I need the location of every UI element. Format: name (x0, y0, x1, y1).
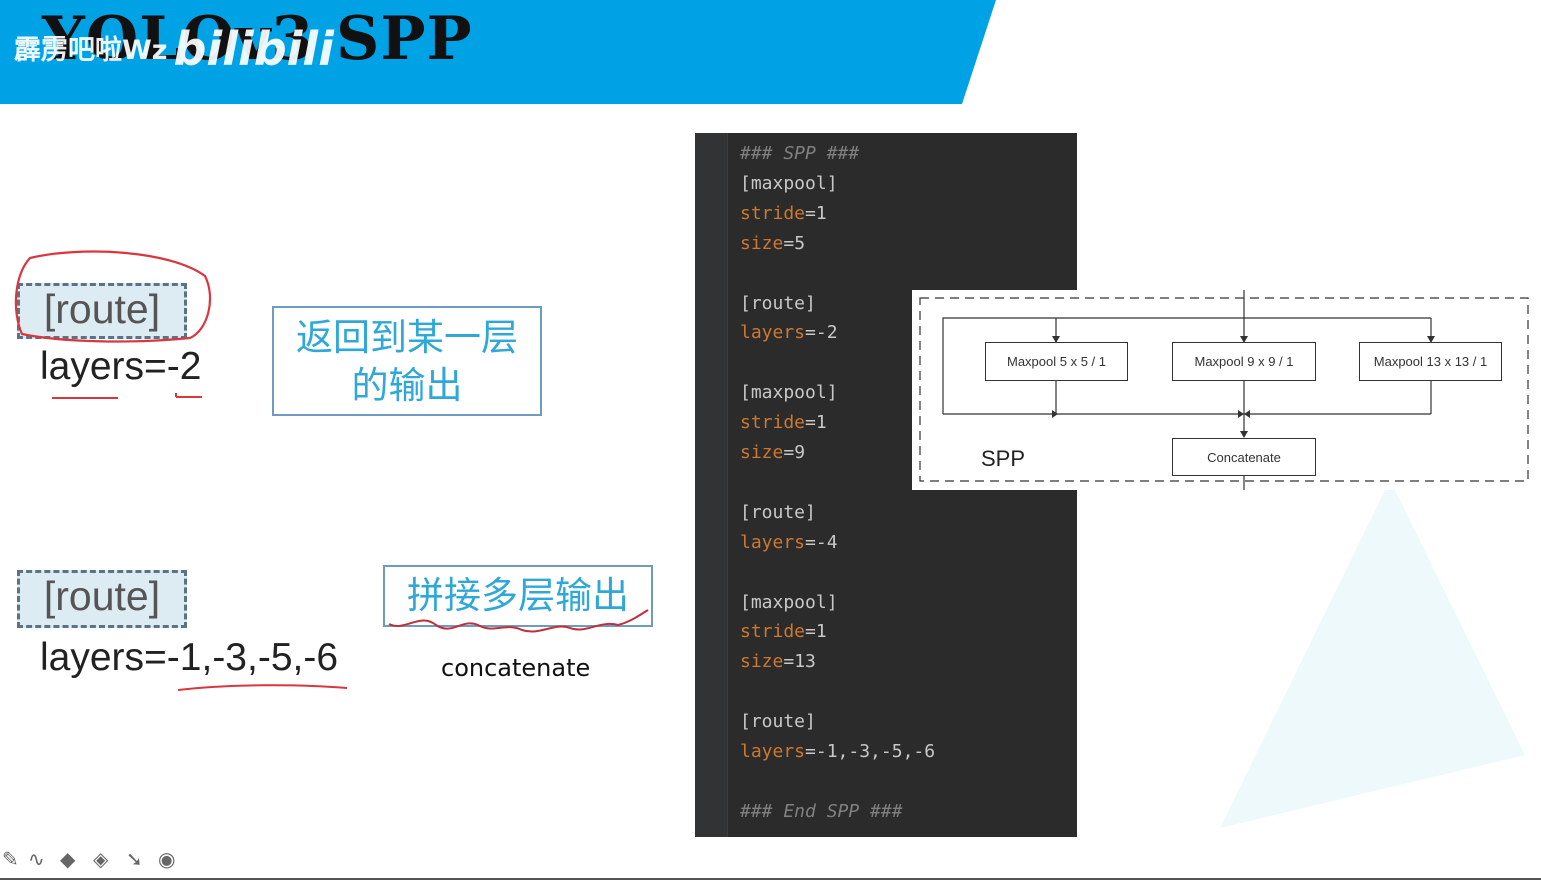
code-line: layers=-1,-3,-5,-6 (740, 741, 936, 762)
curve-icon[interactable]: ∿ (28, 847, 45, 871)
concatenate-label: concatenate (441, 654, 591, 682)
code-line: stride=1 (740, 202, 827, 224)
record-icon[interactable]: ◉ (158, 847, 175, 871)
bilibili-logo: bilibili (173, 22, 334, 76)
route-desc-1-line1: 返回到某一层 (296, 316, 518, 359)
route-label-1: [route] (43, 286, 161, 332)
bottom-divider (0, 878, 1541, 880)
code-line: [maxpool] (740, 591, 838, 613)
eraser-icon[interactable]: ◈ (93, 847, 108, 871)
pointer-icon[interactable]: ➘ (126, 847, 143, 871)
route-desc-2: 拼接多层输出 (407, 574, 629, 617)
highlighter-icon[interactable]: ◆ (60, 847, 75, 871)
code-line: [maxpool] (740, 382, 838, 404)
route-box-1: [route] (17, 283, 187, 339)
code-line: size=9 (740, 442, 806, 463)
code-line: ### SPP ### (740, 143, 860, 164)
code-line: ### End SPP ### (740, 800, 903, 822)
concatenate-box: Concatenate (1172, 438, 1316, 476)
annotation-toolbar: ✎ ∿ ◆ ◈ ➘ ◉ (0, 843, 200, 873)
code-line: size=13 (740, 651, 816, 673)
code-line: stride=1 (740, 621, 827, 643)
spp-diagram: Maxpool 5 x 5 / 1 Maxpool 9 x 9 / 1 Maxp… (912, 290, 1541, 490)
maxpool-13-box: Maxpool 13 x 13 / 1 (1359, 342, 1502, 381)
route-desc-box-1: 返回到某一层 的输出 (272, 306, 542, 416)
code-gutter (695, 133, 728, 837)
route-layers-2: layers=-1,-3,-5,-6 (40, 636, 339, 679)
code-line: size=5 (740, 232, 806, 254)
maxpool-5-box: Maxpool 5 x 5 / 1 (985, 342, 1128, 381)
code-line: stride=1 (740, 412, 827, 434)
code-line: [route] (740, 501, 816, 523)
code-line: [route] (740, 292, 816, 314)
pen-icon[interactable]: ✎ (2, 847, 19, 871)
code-line: layers=-2 (740, 322, 838, 344)
code-line: [maxpool] (740, 172, 838, 194)
route-desc-1-line2: 的输出 (351, 364, 463, 407)
watermark-text: 霹雳吧啦Wz (14, 35, 168, 66)
code-line: layers=-4 (740, 531, 838, 553)
route-label-2: [route] (43, 573, 161, 619)
maxpool-9-box: Maxpool 9 x 9 / 1 (1172, 342, 1316, 381)
route-layers-1: layers=-2 (40, 345, 202, 388)
watermark: 霹雳吧啦Wz bilibili (14, 22, 334, 76)
code-line: [route] (740, 711, 816, 733)
route-desc-box-2: 拼接多层输出 (383, 565, 653, 627)
route-box-2: [route] (17, 570, 187, 628)
spp-label: SPP (981, 446, 1026, 471)
